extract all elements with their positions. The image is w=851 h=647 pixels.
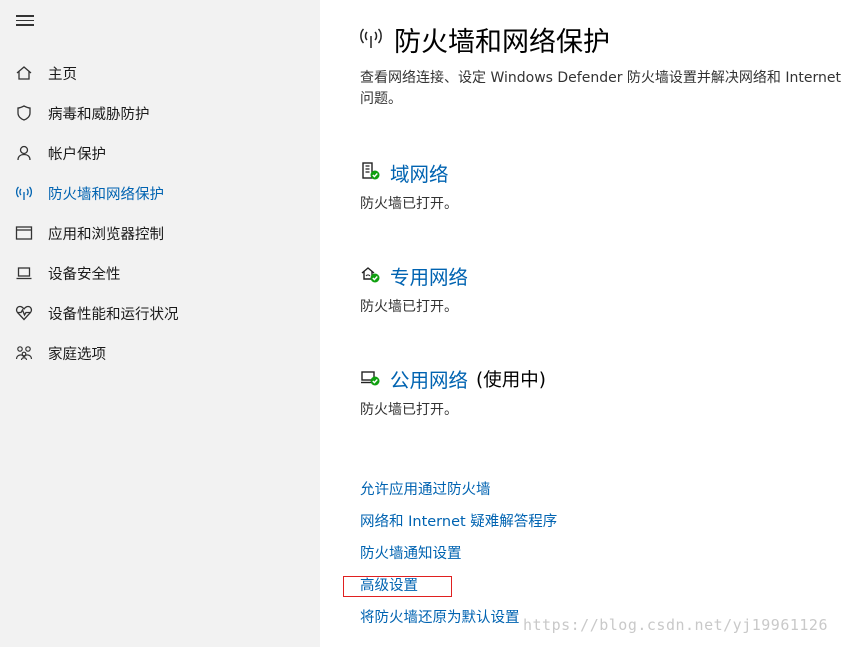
shield-icon [14, 103, 34, 123]
sidebar-item-family-options[interactable]: 家庭选项 [0, 333, 320, 373]
domain-network-icon [360, 160, 382, 186]
sidebar-item-account-protection[interactable]: 帐户保护 [0, 133, 320, 173]
page-subtitle: 查看网络连接、设定 Windows Defender 防火墙设置并解决网络和 I… [360, 70, 841, 107]
page-header: 防火墙和网络保护 [358, 20, 610, 59]
page-title: 防火墙和网络保护 [394, 27, 610, 58]
sidebar-item-label: 防火墙和网络保护 [48, 186, 164, 203]
sidebar-item-device-security[interactable]: 设备安全性 [0, 253, 320, 293]
private-network-icon [360, 263, 382, 289]
sidebar-item-label: 设备安全性 [48, 266, 121, 283]
sidebar: 主页 病毒和威胁防护 帐户保护 防火墙和网络保护 应用和浏览器控制 设备安全性 … [0, 0, 320, 647]
home-icon [14, 63, 34, 83]
sidebar-item-label: 家庭选项 [48, 346, 106, 363]
firewall-status: 防火墙已打开。 [360, 299, 458, 315]
network-private: 专用网络 防火墙已打开。 [360, 261, 468, 316]
laptop-icon [14, 263, 34, 283]
restore-firewall-defaults-link[interactable]: 将防火墙还原为默认设置 [360, 606, 520, 627]
app-window-icon [14, 223, 34, 243]
network-name-link[interactable]: 专用网络 [390, 261, 468, 290]
sidebar-item-firewall[interactable]: 防火墙和网络保护 [0, 173, 320, 213]
heart-pulse-icon [14, 303, 34, 323]
sidebar-item-app-browser-control[interactable]: 应用和浏览器控制 [0, 213, 320, 253]
sidebar-item-label: 主页 [48, 66, 77, 83]
sidebar-item-label: 帐户保护 [48, 146, 106, 163]
sidebar-item-device-performance[interactable]: 设备性能和运行状况 [0, 293, 320, 333]
sidebar-item-label: 病毒和威胁防护 [48, 106, 150, 123]
network-name-link[interactable]: 域网络 [390, 158, 449, 187]
hamburger-menu-icon[interactable] [16, 15, 34, 29]
network-name-link[interactable]: 公用网络 [390, 364, 468, 393]
firewall-notification-settings-link[interactable]: 防火墙通知设置 [360, 542, 462, 563]
family-icon [14, 343, 34, 363]
sidebar-item-label: 应用和浏览器控制 [48, 226, 164, 243]
public-network-icon [360, 366, 382, 392]
in-use-label: (使用中) [476, 369, 546, 391]
watermark: https://blog.csdn.net/yj19961126 [523, 616, 828, 634]
network-troubleshooter-link[interactable]: 网络和 Internet 疑难解答程序 [360, 510, 557, 531]
wireless-icon [14, 183, 34, 203]
wireless-icon [358, 25, 384, 55]
annotation-highlight-box [343, 576, 452, 597]
allow-app-through-firewall-link[interactable]: 允许应用通过防火墙 [360, 478, 491, 499]
network-domain: 域网络 防火墙已打开。 [360, 158, 458, 213]
sidebar-item-virus-protection[interactable]: 病毒和威胁防护 [0, 93, 320, 133]
firewall-status: 防火墙已打开。 [360, 402, 458, 418]
person-icon [14, 143, 34, 163]
network-public: 公用网络 (使用中) 防火墙已打开。 [360, 364, 546, 419]
sidebar-item-home[interactable]: 主页 [0, 53, 320, 93]
firewall-status: 防火墙已打开。 [360, 196, 458, 212]
sidebar-item-label: 设备性能和运行状况 [48, 306, 179, 323]
main-content: 防火墙和网络保护 查看网络连接、设定 Windows Defender 防火墙设… [320, 0, 851, 647]
